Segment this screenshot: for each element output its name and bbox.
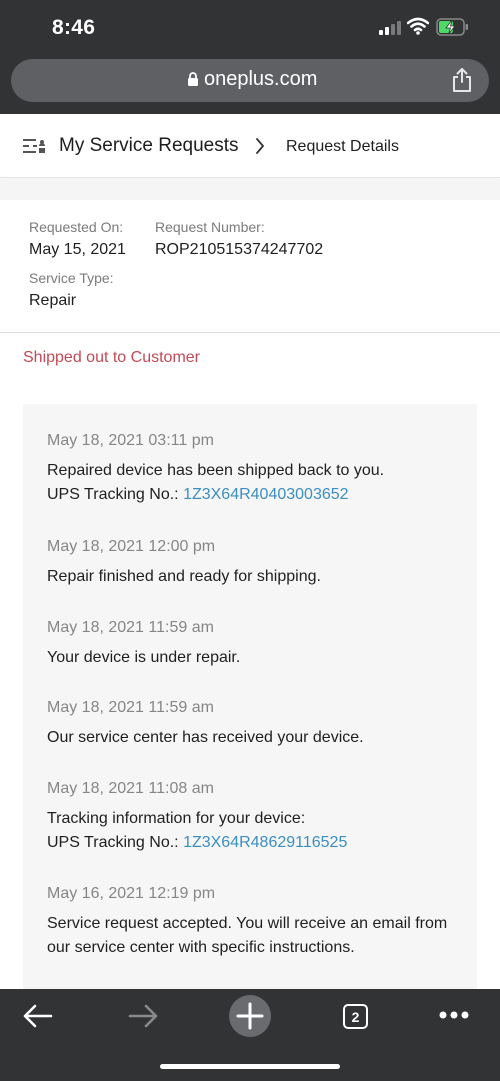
timeline-date: May 18, 2021 11:59 am	[47, 699, 214, 716]
timeline-entry: May 18, 2021 11:59 am Your device is und…	[47, 619, 467, 670]
battery-charging-icon	[436, 18, 468, 36]
timeline-date: May 16, 2021 12:19 pm	[47, 885, 216, 902]
service-type-label: Service Type:	[29, 270, 114, 286]
requested-on-label: Requested On:	[29, 219, 124, 235]
timeline-date: May 18, 2021 12:00 pm	[47, 538, 216, 555]
address-bar[interactable]: oneplus.com	[11, 59, 489, 102]
lock-icon	[188, 72, 198, 86]
tracking-number-link[interactable]: 1Z3X64R40403003652	[183, 486, 348, 503]
wifi-icon	[407, 17, 429, 35]
request-status: Shipped out to Customer	[23, 349, 200, 366]
tab-switcher-button[interactable]: 2	[343, 1004, 368, 1029]
status-timeline: May 18, 2021 03:11 pm Repaired device ha…	[23, 404, 477, 1004]
timeline-message: Repair finished and ready for shipping.	[47, 568, 321, 585]
timeline-entry: May 16, 2021 12:19 pm Service request ac…	[47, 885, 467, 960]
timeline-entry: May 18, 2021 11:08 am Tracking informati…	[47, 780, 467, 855]
timeline-entry: May 18, 2021 11:59 am Our service center…	[47, 699, 467, 750]
timeline-entry: May 18, 2021 12:00 pm Repair finished an…	[47, 538, 467, 589]
more-options-icon[interactable]	[438, 1009, 470, 1021]
tracking-label: UPS Tracking No.:	[47, 486, 179, 503]
menu-list-icon[interactable]	[23, 138, 45, 154]
url-text: oneplus.com	[204, 68, 318, 90]
tracking-line: UPS Tracking No.: 1Z3X64R40403003652	[47, 483, 467, 507]
timeline-date: May 18, 2021 03:11 pm	[47, 432, 214, 449]
timeline-date: May 18, 2021 11:59 am	[47, 619, 214, 636]
browser-top-bar: 8:46 oneplus.com	[0, 0, 500, 114]
status-time: 8:46	[52, 16, 96, 39]
section-divider	[0, 179, 500, 200]
request-details-card: Requested On: May 15, 2021 Request Numbe…	[0, 200, 500, 333]
tracking-label: UPS Tracking No.:	[47, 834, 179, 851]
breadcrumb-request-details: Request Details	[286, 138, 399, 155]
request-number-value: ROP210515374247702	[155, 241, 324, 258]
timeline-message: Tracking information for your device:	[47, 810, 306, 827]
timeline-message: Our service center has received your dev…	[47, 729, 364, 746]
home-indicator[interactable]	[160, 1064, 340, 1069]
tab-count: 2	[351, 1009, 360, 1025]
share-icon[interactable]	[451, 67, 473, 93]
breadcrumb: My Service Requests Request Details	[0, 114, 500, 178]
timeline-message: Repaired device has been shipped back to…	[47, 462, 385, 479]
timeline-date: May 18, 2021 11:08 am	[47, 780, 214, 797]
cellular-signal-icon	[379, 21, 403, 35]
timeline-entry: May 18, 2021 03:11 pm Repaired device ha…	[47, 432, 467, 507]
breadcrumb-my-service-requests[interactable]: My Service Requests	[59, 135, 239, 157]
back-arrow-icon[interactable]	[22, 1003, 54, 1029]
service-type-value: Repair	[29, 292, 77, 309]
forward-arrow-icon[interactable]	[127, 1003, 159, 1029]
tracking-line: UPS Tracking No.: 1Z3X64R48629116525	[47, 831, 467, 855]
timeline-message: Service request accepted. You will recei…	[47, 915, 448, 956]
tracking-number-link[interactable]: 1Z3X64R48629116525	[183, 834, 347, 851]
chevron-right-icon	[256, 138, 264, 154]
timeline-message: Your device is under repair.	[47, 649, 241, 666]
requested-on-value: May 15, 2021	[29, 241, 126, 258]
request-number-label: Request Number:	[155, 219, 265, 235]
new-tab-plus-icon[interactable]	[228, 994, 272, 1038]
